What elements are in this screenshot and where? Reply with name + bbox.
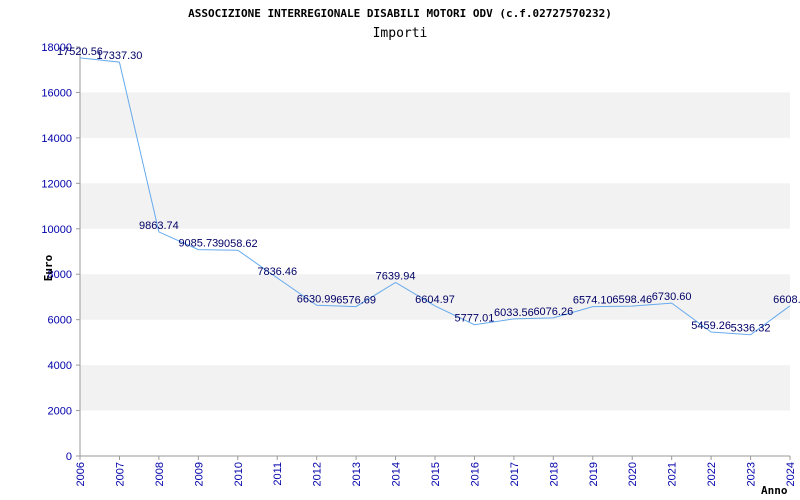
data-label: 5777.01 [455, 313, 495, 325]
y-axis-ticks: 0200040006000800010000120001400016000180… [41, 42, 80, 463]
chart-subtitle: Importi [373, 26, 428, 41]
data-label: 6076.26 [533, 306, 573, 318]
data-label: 6730.60 [652, 291, 692, 303]
data-label: 6576.69 [336, 295, 376, 307]
y-axis-label: Euro [42, 254, 55, 281]
x-tick-label: 2023 [746, 462, 758, 486]
x-tick-label: 2014 [391, 462, 403, 486]
grid-band [80, 365, 790, 411]
data-label: 6598.46 [612, 294, 652, 306]
x-tick-label: 2021 [667, 462, 679, 486]
x-tick-label: 2007 [114, 462, 126, 486]
x-tick-label: 2024 [785, 462, 797, 486]
x-tick-label: 2022 [706, 462, 718, 486]
x-tick-label: 2020 [627, 462, 639, 486]
data-label: 6608.1 [773, 294, 800, 306]
grid-bands [80, 92, 790, 411]
data-label: 6604.97 [415, 294, 455, 306]
x-tick-label: 2013 [351, 462, 363, 486]
x-tick-label: 2015 [430, 462, 442, 486]
grid-band [80, 183, 790, 229]
grid-band [80, 92, 790, 138]
data-label: 17337.30 [96, 50, 142, 62]
y-tick-label: 2000 [48, 406, 72, 418]
x-tick-label: 2019 [588, 462, 600, 486]
x-axis-ticks: 2006 2007 2008 2009 2010 2011 2012 2013 2014 2015… [75, 456, 797, 486]
y-tick-label: 12000 [41, 178, 72, 190]
x-tick-label: 2016 [469, 462, 481, 486]
y-tick-label: 10000 [41, 224, 72, 236]
x-tick-label: 2009 [193, 462, 205, 486]
data-label: 7836.46 [257, 266, 297, 278]
x-axis-label: Anno [761, 484, 788, 497]
data-label: 9058.62 [218, 238, 258, 250]
data-label: 5459.26 [691, 320, 731, 332]
data-label: 7639.94 [376, 270, 416, 282]
y-tick-label: 0 [66, 451, 72, 463]
y-tick-label: 6000 [48, 315, 72, 327]
data-label: 5336.32 [731, 323, 771, 335]
y-tick-label: 14000 [41, 133, 72, 145]
chart-title: ASSOCIZIONE INTERREGIONALE DISABILI MOTO… [188, 7, 612, 20]
x-tick-label: 2011 [272, 462, 284, 486]
x-tick-label: 2012 [312, 462, 324, 486]
x-tick-label: 2017 [509, 462, 521, 486]
line-chart: ASSOCIZIONE INTERREGIONALE DISABILI MOTO… [41, 7, 800, 497]
data-label: 6574.10 [573, 295, 613, 307]
x-tick-label: 2010 [233, 462, 245, 486]
y-tick-label: 4000 [48, 360, 72, 372]
data-label: 9085.73 [178, 238, 218, 250]
data-label: 9863.74 [139, 220, 179, 232]
data-label: 6630.99 [297, 293, 337, 305]
x-tick-label: 2006 [75, 462, 87, 486]
y-tick-label: 16000 [41, 87, 72, 99]
x-tick-label: 2008 [154, 462, 166, 486]
x-tick-label: 2018 [548, 462, 560, 486]
data-label: 6033.56 [494, 307, 534, 319]
